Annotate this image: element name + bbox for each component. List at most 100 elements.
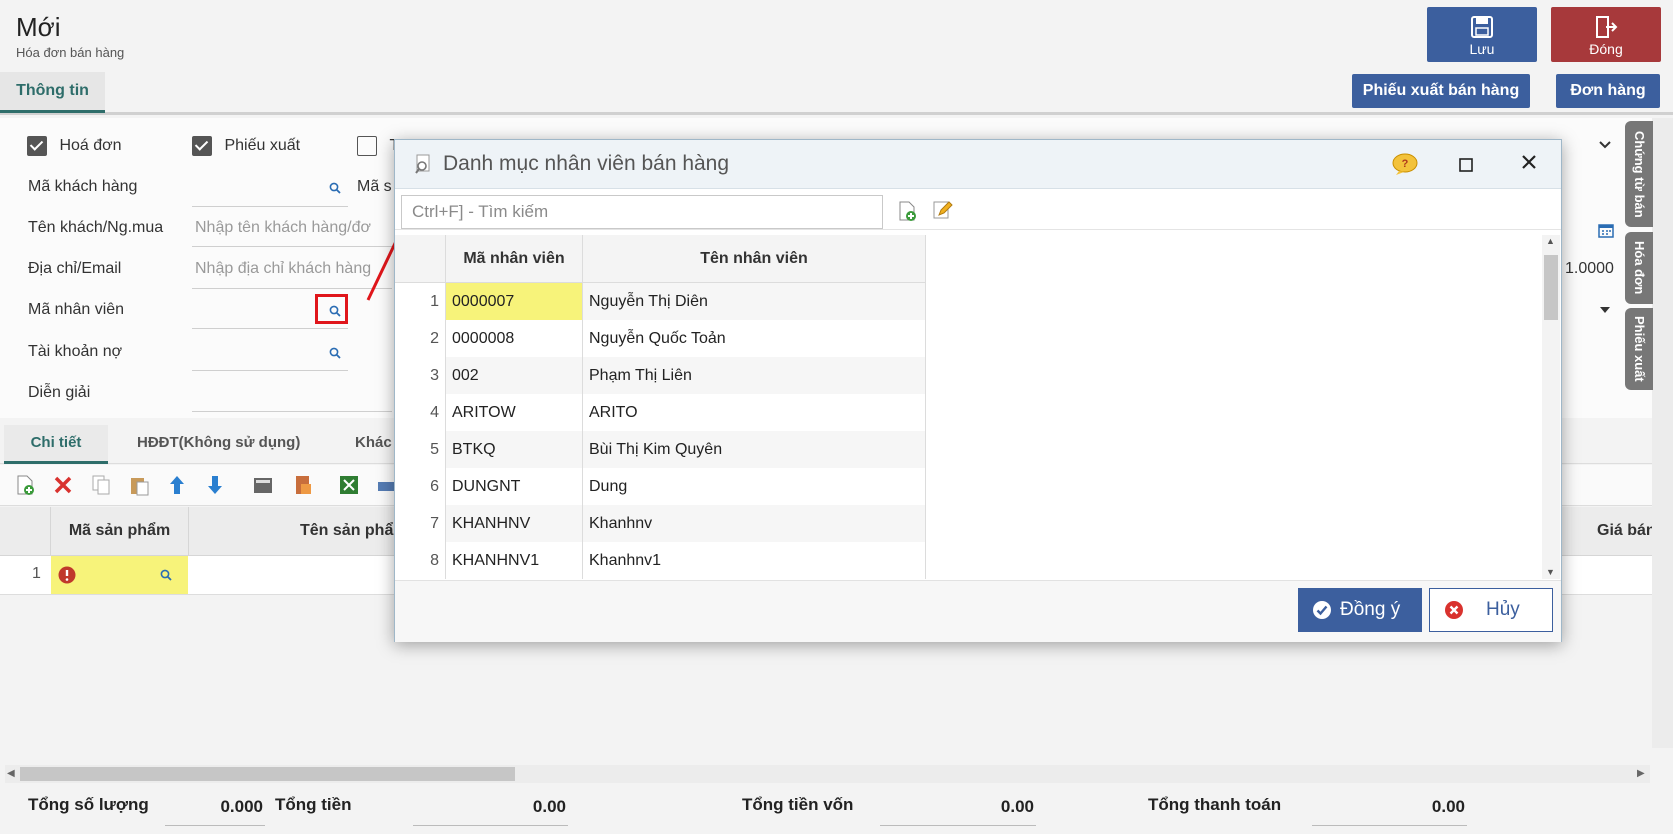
exchange-rate[interactable]: 1.0000 [1565,260,1614,278]
employee-code-cell: KHANHNV1 [445,542,583,579]
calculator-icon[interactable] [252,474,274,496]
table-row[interactable]: 4 ARITOW ARITO [395,394,926,431]
col-price[interactable]: Giá bán [1597,507,1657,555]
employee-lookup-dialog: Danh mục nhân viên bán hàng ? Ctrl+F] - … [394,139,1562,642]
tab-other[interactable]: Khác [355,425,392,461]
edit-icon[interactable] [931,199,953,221]
scroll-left-icon[interactable]: ◀ [7,768,15,779]
employee-code-cell: BTKQ [445,431,583,468]
scroll-down-icon[interactable]: ▼ [1546,567,1555,577]
col-row-number [395,235,446,283]
total-qty-label: Tổng số lượng [28,795,149,814]
table-row[interactable]: 5 BTKQ Bùi Thị Kim Quyên [395,431,926,468]
description-field[interactable] [192,376,392,410]
table-row[interactable]: 3 002 Phạm Thị Liên [395,357,926,394]
add-icon[interactable] [896,200,918,222]
employee-code-cell: KHANHNV [445,505,583,542]
total-cost-value: 0.00 [1000,797,1034,816]
move-down-icon[interactable] [204,474,226,496]
search-icon[interactable] [329,182,341,194]
checkbox-export-box[interactable] [192,136,212,156]
cancel-button[interactable]: Hủy [1429,588,1553,632]
check-circle-icon [1313,601,1331,619]
checkbox-third-box[interactable] [357,136,377,156]
order-button[interactable]: Đơn hàng [1556,74,1660,108]
tab-detail[interactable]: Chi tiết [4,425,108,464]
employee-table: Mã nhân viên Tên nhân viên 1 0000007 Nguyễ… [395,235,1543,579]
checkbox-export[interactable]: Phiếu xuất [192,136,300,156]
customer-name-input[interactable]: Nhập tên khách hàng/đơ [195,219,371,237]
page-subtitle: Hóa đơn bán hàng [16,45,125,60]
scroll-up-icon[interactable]: ▲ [1546,236,1555,246]
highlight-box [315,294,348,324]
total-pay-value: 0.00 [1431,797,1465,816]
address-input[interactable]: Nhập địa chỉ khách hàng [195,260,371,278]
table-row[interactable]: 6 DUNGNT Dung [395,468,926,505]
customer-name-label: Tên khách/Ng.mua [28,219,164,236]
excel-icon[interactable] [338,474,360,496]
search-icon[interactable] [160,569,172,581]
checkbox-invoice[interactable]: Hoá đơn [27,136,122,156]
maximize-icon[interactable] [1459,158,1473,172]
side-tab-sales-docs[interactable]: Chứng từ bán [1625,121,1653,227]
cancel-label: Hủy [1486,599,1520,620]
checkbox-invoice-box[interactable] [27,136,47,156]
dialog-scroll-thumb[interactable] [1544,255,1558,320]
checkbox-third[interactable]: T [357,136,399,156]
col-employee-code[interactable]: Mã nhân viên [445,235,583,283]
customer-code-label: Mã khách hàng [28,178,138,195]
employee-name-cell: Bùi Thị Kim Quyên [582,431,926,468]
side-tab-export[interactable]: Phiếu xuất [1625,308,1653,390]
employee-name-cell: Nguyễn Thị Diên [582,282,926,320]
description-label: Diễn giải [28,384,91,401]
employee-code-cell: 0000007 [445,282,583,320]
confirm-button[interactable]: Đồng ý [1298,588,1422,632]
scroll-right-icon[interactable]: ▶ [1637,768,1645,779]
tab-info[interactable]: Thông tin [0,72,105,113]
checkbox-invoice-label: Hoá đơn [59,137,122,155]
new-row-icon[interactable] [14,474,36,496]
save-button[interactable]: Lưu [1427,7,1537,62]
col-product-code[interactable]: Mã sản phẩm [51,507,188,555]
total-amount-value: 0.00 [532,797,566,816]
copy-icon[interactable] [90,474,112,496]
address-label: Địa chỉ/Email [28,260,122,277]
search-input[interactable]: Ctrl+F] - Tìm kiếm [401,195,883,229]
debit-account-field[interactable] [192,336,348,370]
table-row[interactable]: 8 KHANHNV1 Khanhnv1 [395,542,926,579]
table-row[interactable]: 1 0000007 Nguyễn Thị Diên [395,282,926,320]
page-title: Mới [16,12,61,42]
employee-code-cell: 002 [445,357,583,394]
chevron-down-icon[interactable] [1598,138,1612,152]
save-icon [1471,16,1493,38]
paste-icon[interactable] [128,474,150,496]
employee-name-cell: Khanhnv1 [582,542,926,579]
side-tab-invoice[interactable]: Hóa đơn [1625,232,1653,304]
calendar-icon[interactable] [1598,222,1614,238]
row-number: 1 [32,565,41,582]
employee-code-label: Mã nhân viên [28,301,125,318]
total-amount-label: Tổng tiền [275,795,352,814]
search-icon[interactable] [329,347,341,359]
help-icon[interactable]: ? [1391,152,1419,176]
delete-icon[interactable] [52,474,74,496]
export-slip-button[interactable]: Phiếu xuất bán hàng [1352,74,1530,108]
tab-einvoice[interactable]: HĐĐT(Không sử dụng) [137,425,300,461]
close-icon[interactable] [1521,154,1537,170]
employee-name-cell: ARITO [582,394,926,431]
table-row[interactable]: 2 0000008 Nguyễn Quốc Toản [395,320,926,357]
move-up-icon[interactable] [166,474,188,496]
vertical-scrollbar[interactable] [1652,118,1673,748]
error-icon [58,566,76,584]
caret-down-icon[interactable] [1598,305,1612,315]
close-button[interactable]: Đóng [1551,7,1661,62]
cancel-icon [1445,601,1463,619]
col-employee-name[interactable]: Tên nhân viên [582,235,926,283]
total-qty-value: 0.000 [220,797,263,816]
customer-code-field[interactable] [192,172,348,206]
horizontal-scroll-thumb[interactable] [20,767,515,781]
row-number: 4 [395,394,446,431]
employee-name-cell: Phạm Thị Liên [582,357,926,394]
table-row[interactable]: 7 KHANHNV Khanhnv [395,505,926,542]
book-icon[interactable] [292,474,314,496]
